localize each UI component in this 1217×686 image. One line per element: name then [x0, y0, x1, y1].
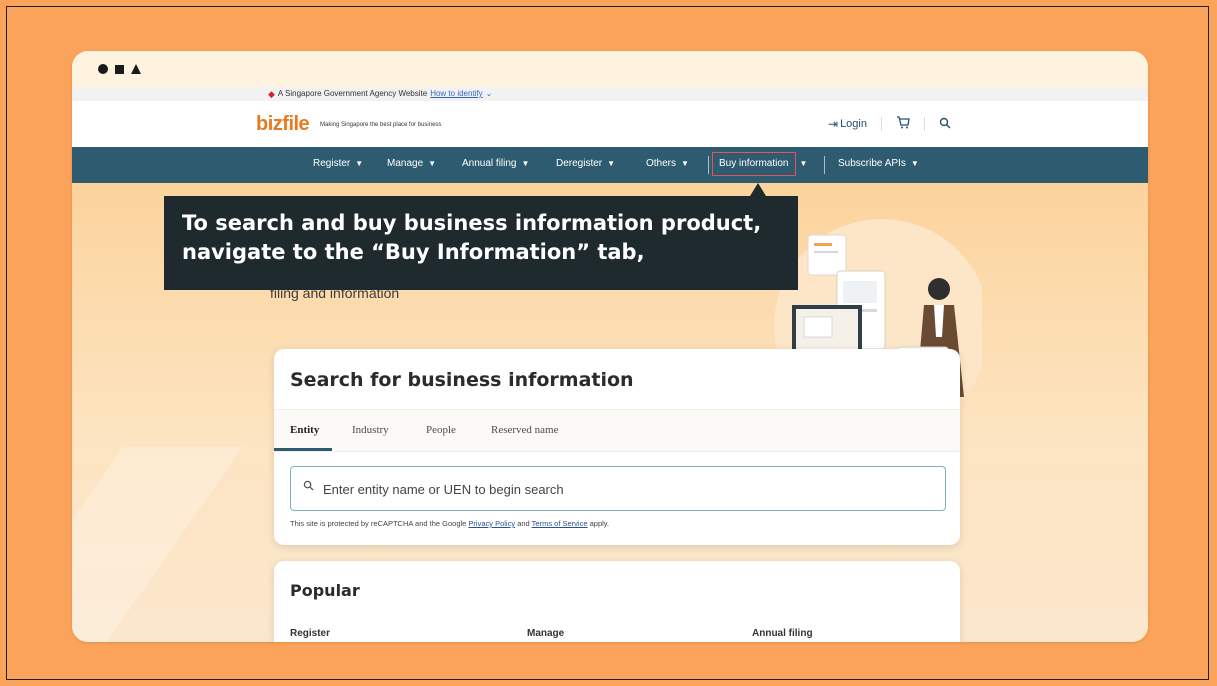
- search-tabs: Entity Industry People Reserved name: [274, 409, 960, 452]
- recaptcha-text: apply.: [587, 519, 610, 528]
- nav-others[interactable]: Others ▼: [646, 158, 689, 169]
- divider: [923, 117, 925, 131]
- nav-label: Deregister: [556, 158, 603, 169]
- nav-label: Manage: [387, 158, 424, 169]
- popular-title: Popular: [290, 581, 360, 600]
- search-icon: [303, 480, 314, 494]
- tutorial-callout: To search and buy business information p…: [164, 196, 798, 290]
- nav-label: Register: [313, 158, 351, 169]
- tab-entity[interactable]: Entity: [290, 424, 319, 436]
- caret-down-icon: ▼: [799, 159, 808, 168]
- gov-text: A Singapore Government Agency Website: [277, 89, 428, 98]
- nav-label: Annual filing: [462, 158, 517, 169]
- caret-down-icon: ▼: [681, 159, 689, 168]
- search-field[interactable]: [290, 466, 946, 511]
- nav-register[interactable]: Register ▼: [313, 158, 363, 169]
- terms-of-service-link[interactable]: Terms of Service: [532, 519, 588, 528]
- nav-label: Buy information: [719, 158, 789, 169]
- main-nav: Register ▼ Manage ▼ Annual filing ▼ Deregis…: [72, 147, 1148, 183]
- nav-annual-filing[interactable]: Annual filing ▼: [462, 158, 529, 169]
- popular-annual-filing: Annual filing: [752, 628, 813, 639]
- popular-manage: Manage: [527, 628, 565, 639]
- website: ◆ A Singapore Government Agency Website …: [72, 87, 1148, 642]
- browser-frame: ◆ A Singapore Government Agency Website …: [72, 51, 1148, 642]
- login-link[interactable]: Login: [840, 118, 867, 130]
- caret-down-icon: ▼: [607, 159, 616, 168]
- cart-icon[interactable]: [896, 116, 910, 132]
- nav-subscribe-apis[interactable]: Subscribe APIs ▼: [838, 158, 919, 169]
- tagline: Making Singapore the best place for busi…: [320, 122, 442, 128]
- recaptcha-text: and: [515, 519, 532, 528]
- tab-reserved-name[interactable]: Reserved name: [491, 424, 559, 436]
- caret-down-icon: ▼: [428, 159, 437, 168]
- search-card-title: Search for business information: [290, 369, 634, 391]
- nav-label: Subscribe APIs: [838, 158, 906, 169]
- active-tab-indicator: [274, 448, 332, 451]
- header-actions: ⇥ Login: [828, 116, 951, 132]
- popular-register: Register: [290, 628, 331, 639]
- nav-divider: [708, 156, 709, 174]
- tab-industry[interactable]: Industry: [352, 424, 389, 436]
- callout-line-2: navigate to the “Buy Information” tab,: [182, 240, 645, 264]
- site-header: bizfile Making Singapore the best place …: [72, 101, 1148, 147]
- nav-buy-information[interactable]: Buy information ▼: [719, 158, 807, 169]
- search-input[interactable]: [321, 477, 925, 501]
- popular-card: Popular Register Manage Annual filing: [274, 561, 960, 642]
- nav-deregister[interactable]: Deregister ▼: [556, 158, 615, 169]
- callout-arrow: [750, 183, 766, 196]
- caret-down-icon: ▼: [910, 159, 919, 168]
- chevron-down-icon: ⌄: [485, 89, 493, 98]
- divider: [880, 117, 882, 131]
- triangle-icon: [131, 64, 141, 74]
- recaptcha-notice: This site is protected by reCAPTCHA and …: [290, 519, 609, 528]
- how-to-identify-link[interactable]: How to identify: [430, 87, 482, 101]
- gov-masthead: ◆ A Singapore Government Agency Website …: [72, 87, 1148, 101]
- nav-divider: [824, 156, 825, 174]
- login-icon: ⇥: [828, 117, 839, 131]
- recaptcha-text: This site is protected by reCAPTCHA and …: [290, 519, 469, 528]
- search-icon[interactable]: [939, 117, 951, 132]
- window-shapes: [98, 64, 141, 74]
- tab-people[interactable]: People: [426, 424, 456, 436]
- privacy-policy-link[interactable]: Privacy Policy: [468, 519, 515, 528]
- caret-down-icon: ▼: [521, 159, 530, 168]
- bizfile-logo[interactable]: bizfile: [256, 113, 310, 136]
- lion-head-icon: ◆: [268, 89, 275, 99]
- caret-down-icon: ▼: [355, 159, 364, 168]
- nav-label: Others: [646, 158, 677, 169]
- circle-icon: [98, 64, 108, 74]
- nav-manage[interactable]: Manage ▼: [387, 158, 436, 169]
- callout-line-1: To search and buy business information p…: [182, 211, 762, 235]
- search-card: Search for business information Entity I…: [274, 349, 960, 545]
- square-icon: [115, 64, 124, 74]
- frame-toolbar: [72, 51, 1148, 87]
